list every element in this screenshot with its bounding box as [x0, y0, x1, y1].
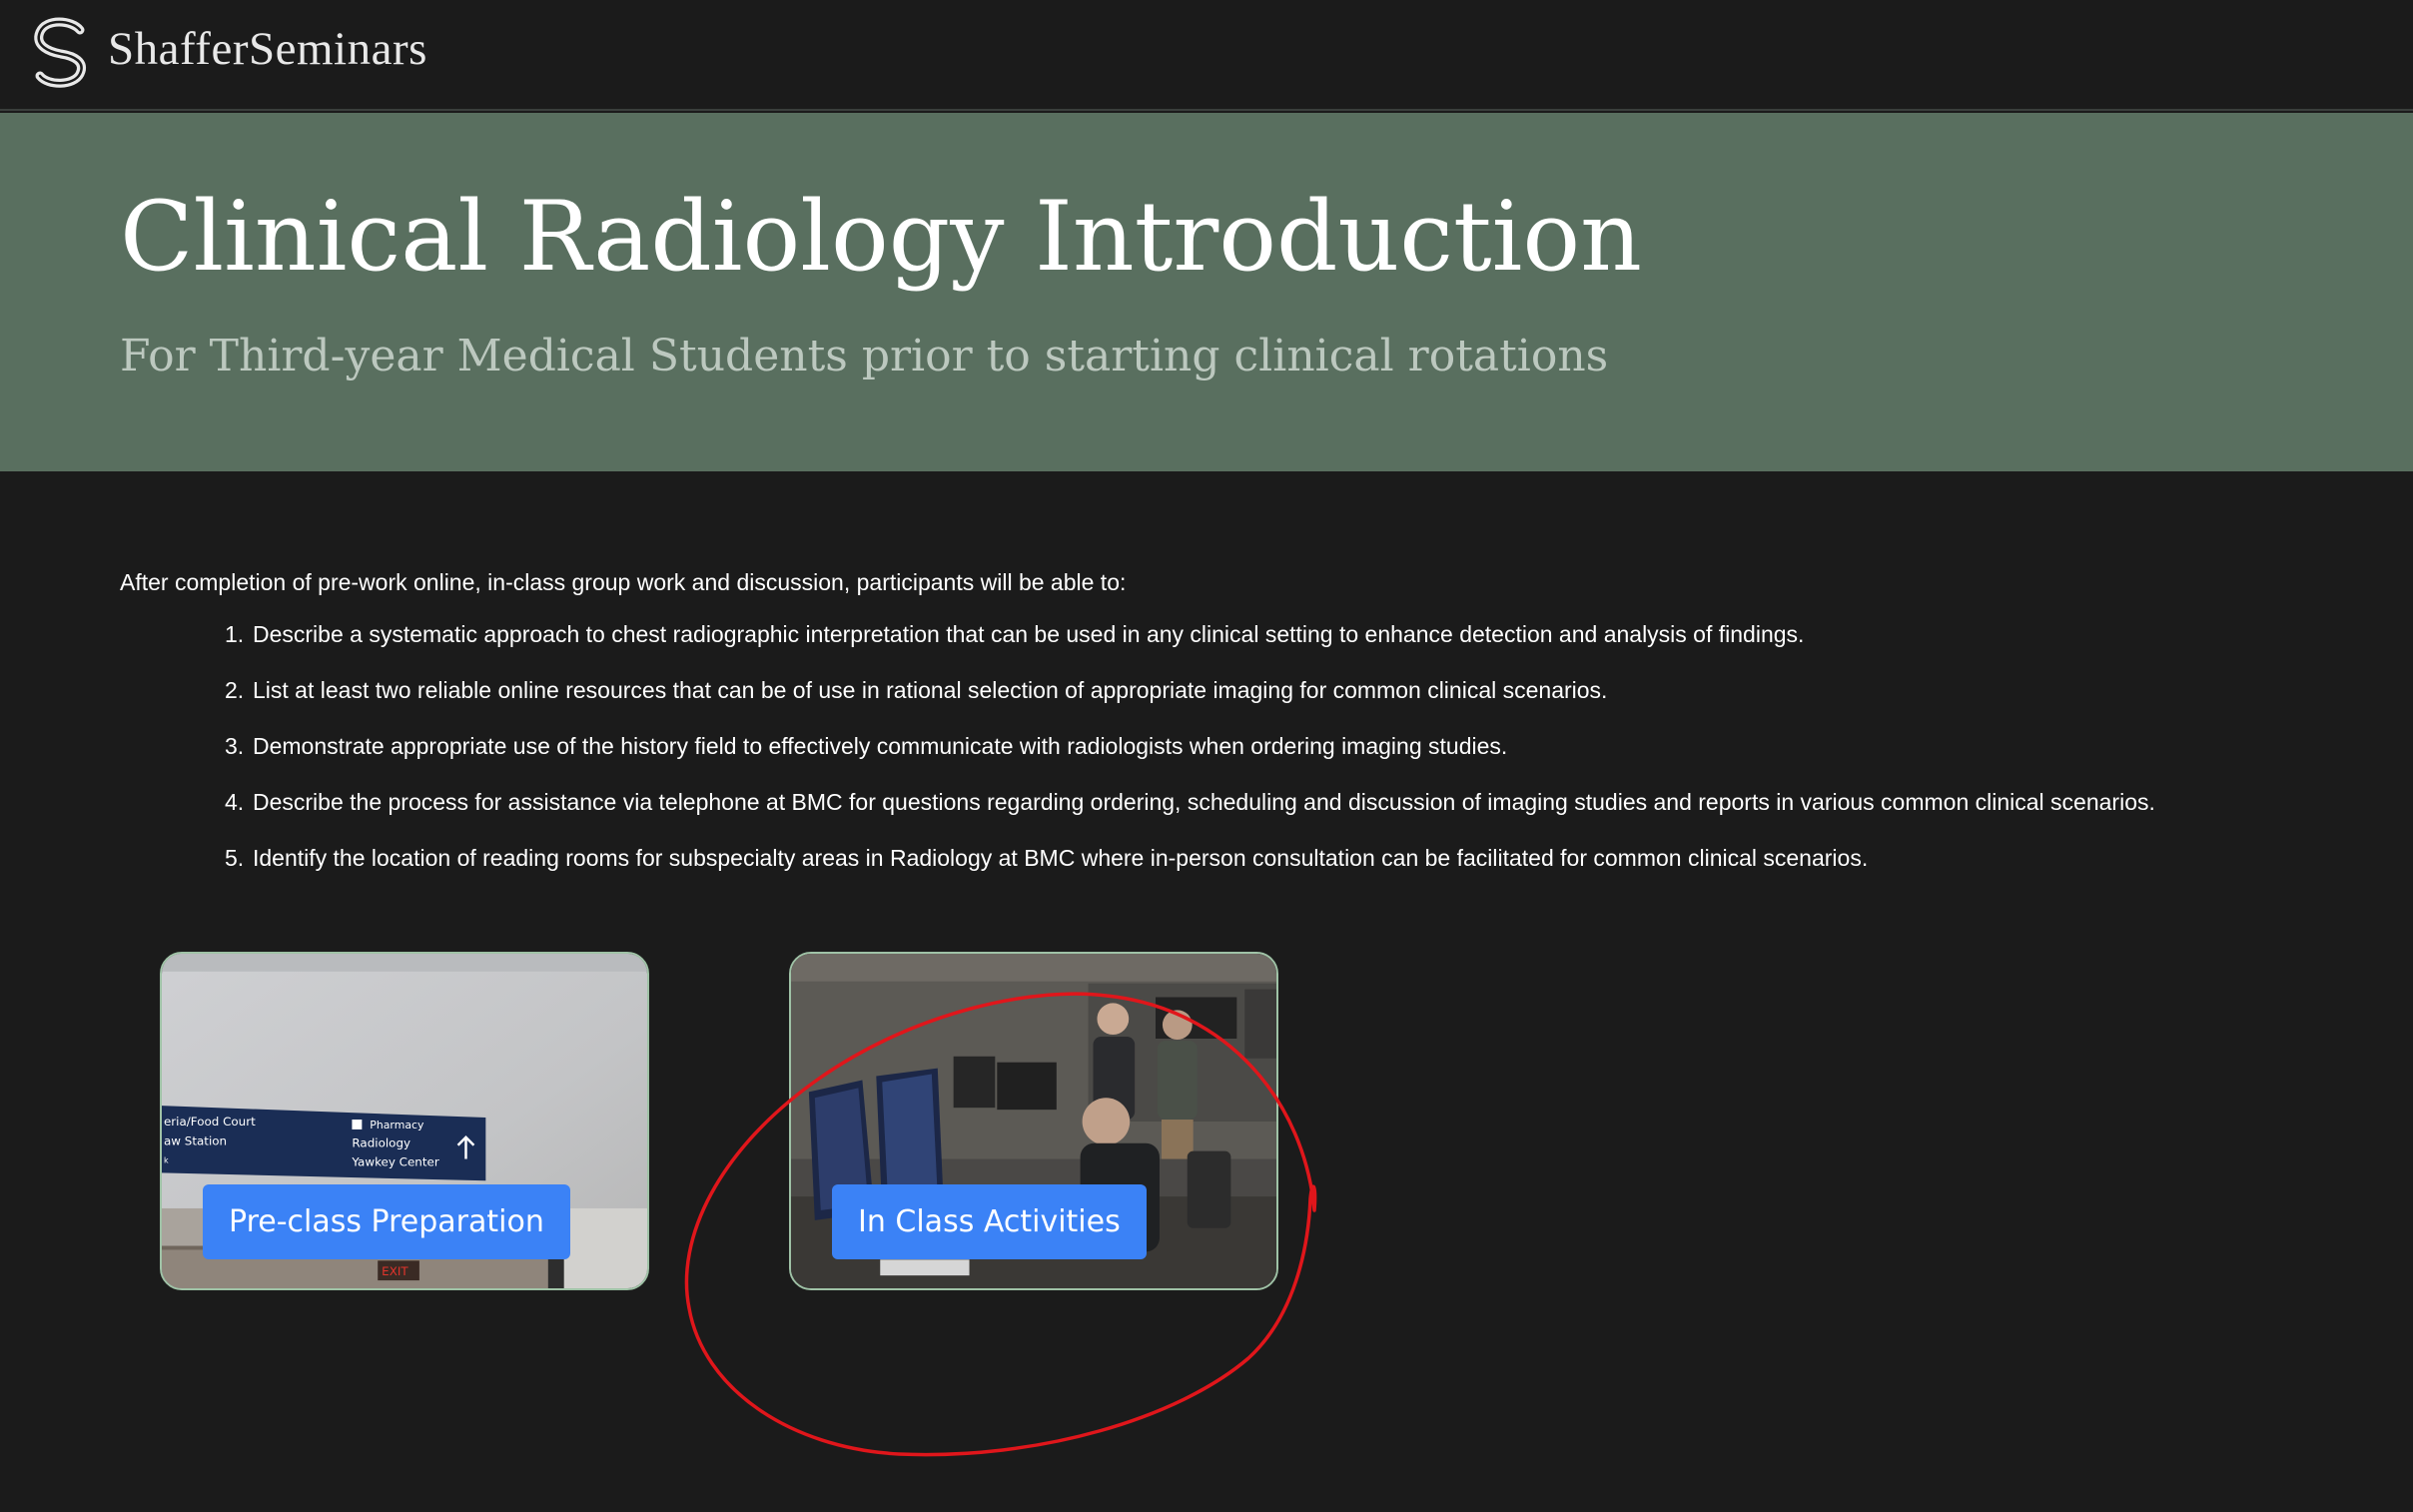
- objective-number: 4.: [225, 789, 245, 815]
- objective-text: Identify the location of reading rooms f…: [253, 845, 1869, 871]
- top-navigation-bar: ShafferSeminars: [0, 0, 2413, 111]
- objective-text: Describe the process for assistance via …: [253, 789, 2155, 815]
- page-subtitle: For Third-year Medical Students prior to…: [120, 331, 1609, 381]
- preclass-card[interactable]: eria/Food Court aw Station k Pharmacy Ra…: [160, 952, 649, 1290]
- brand-name[interactable]: ShafferSeminars: [108, 22, 427, 76]
- objective-text: List at least two reliable online resour…: [253, 677, 1608, 703]
- objective-number: 2.: [225, 677, 245, 703]
- objective-number: 3.: [225, 733, 245, 759]
- page-title: Clinical Radiology Introduction: [120, 181, 1642, 293]
- sign-radiology: Radiology: [352, 1136, 410, 1150]
- objective-text: Describe a systematic approach to chest …: [253, 621, 1805, 647]
- sign-pharmacy: Pharmacy: [370, 1119, 424, 1132]
- inclass-card[interactable]: In Class Activities: [789, 952, 1278, 1290]
- sign-line-3: k: [164, 1156, 169, 1165]
- objective-number: 1.: [225, 621, 245, 647]
- objective-number: 5.: [225, 845, 245, 871]
- in-class-activities-button[interactable]: In Class Activities: [832, 1184, 1147, 1259]
- sign-yawkey: Yawkey Center: [351, 1154, 438, 1168]
- sign-line-2: aw Station: [164, 1134, 227, 1148]
- hero-banner: Clinical Radiology Introduction For Thir…: [0, 113, 2413, 471]
- shaffer-logo-icon[interactable]: [28, 16, 94, 88]
- objectives-intro: After completion of pre-work online, in-…: [120, 569, 1127, 595]
- sign-line-1: eria/Food Court: [164, 1115, 256, 1129]
- exit-sign: EXIT: [382, 1264, 408, 1278]
- objective-text: Demonstrate appropriate use of the histo…: [253, 733, 1508, 759]
- preclass-preparation-button[interactable]: Pre-class Preparation: [203, 1184, 570, 1259]
